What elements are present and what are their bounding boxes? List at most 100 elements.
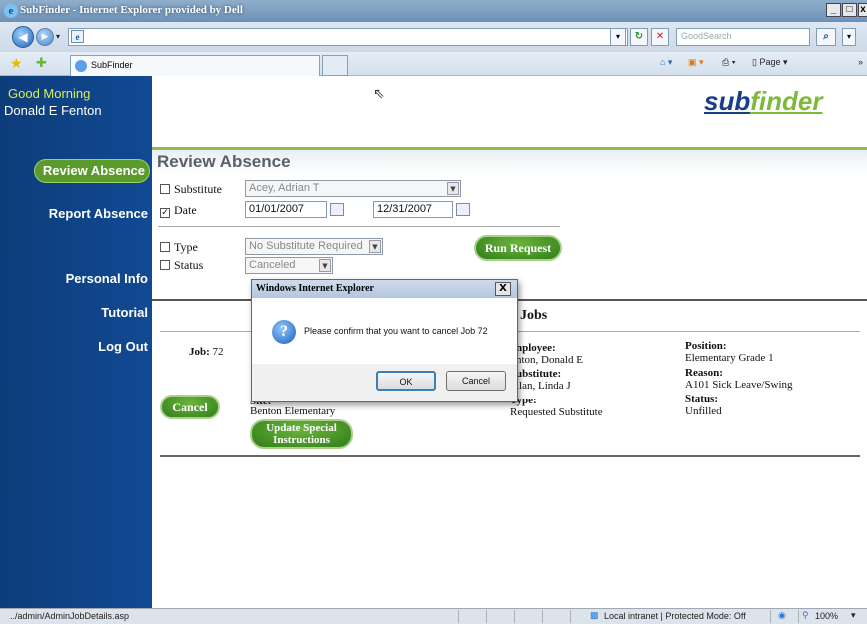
sidebar-item-log-out[interactable]: Log Out: [98, 339, 148, 354]
sidebar-item-personal-info[interactable]: Personal Info: [66, 271, 148, 286]
subfinder-logo: subfinder: [704, 86, 822, 117]
zoom-level: 100%: [815, 611, 839, 621]
protected-mode-icon: ◉: [778, 610, 786, 620]
substitute-label: Substitute: [174, 182, 223, 196]
chevron-down-icon: ▼: [369, 240, 381, 253]
type-value: Requested Substitute: [510, 406, 603, 418]
type-checkbox[interactable]: [160, 242, 170, 252]
job-number-value: 72: [212, 346, 224, 358]
substitute-select-value: Acey, Adrian T: [249, 182, 320, 194]
back-button[interactable]: ◀: [12, 26, 34, 48]
history-dropdown-icon[interactable]: ▾: [56, 32, 60, 41]
type-select-value: No Substitute Required: [249, 240, 363, 252]
type-filter: Type: [160, 240, 198, 255]
ok-button[interactable]: OK: [376, 371, 436, 391]
type-select[interactable]: No Substitute Required ▼: [245, 238, 383, 255]
feeds-icon[interactable]: ▣ ▾: [688, 57, 704, 68]
ie-logo-icon: e: [4, 4, 18, 18]
logo-part-finder: finder: [750, 86, 823, 116]
dialog-cancel-button[interactable]: Cancel: [446, 371, 506, 391]
status-cell: [542, 610, 570, 623]
substitute-checkbox[interactable]: [160, 184, 170, 194]
minimize-button[interactable]: _: [826, 3, 841, 17]
jobs-heading: Jobs: [520, 308, 548, 323]
forward-button[interactable]: ▶: [36, 28, 54, 46]
review-absence-header: Review Absence: [152, 150, 867, 174]
question-icon: ?: [272, 320, 296, 344]
chevron-down-icon: ▼: [447, 182, 459, 195]
tabs-toolbar: ★ ✚ SubFinder ⌂ ▾ ▣ ▾ ⎙ ▾ ▯ Page ▾ »: [0, 52, 867, 76]
close-window-button[interactable]: x: [858, 3, 867, 17]
sidebar-item-review-absence[interactable]: Review Absence: [34, 159, 150, 183]
status-cell: [458, 610, 486, 623]
stop-icon[interactable]: ✕: [651, 28, 669, 46]
calendar-icon[interactable]: [330, 203, 344, 216]
print-icon[interactable]: ⎙ ▾: [722, 57, 735, 68]
date-to-field[interactable]: 12/31/2007: [373, 201, 453, 218]
date-filter: ✓ Date: [160, 203, 197, 218]
dialog-close-button[interactable]: X: [495, 282, 511, 296]
new-tab-button[interactable]: [322, 55, 348, 76]
status-select-value: Canceled: [249, 259, 296, 271]
favorites-star-icon[interactable]: ★: [10, 56, 23, 72]
status-cell: [514, 610, 542, 623]
tab-subfinder[interactable]: SubFinder: [70, 55, 320, 76]
page-menu[interactable]: ▯ Page ▾: [752, 57, 788, 68]
status-checkbox[interactable]: [160, 260, 170, 270]
search-options-icon[interactable]: ▾: [842, 28, 856, 46]
maximize-button[interactable]: □: [842, 3, 857, 17]
sidebar: Good Morning Donald E Fenton Report Abse…: [0, 76, 152, 608]
address-dropdown-icon[interactable]: ▾: [610, 28, 626, 46]
status-value: Unfilled: [685, 405, 722, 417]
page-title: Review Absence: [157, 152, 291, 171]
confirm-dialog: Windows Internet Explorer X ? Please con…: [251, 279, 518, 402]
run-request-button[interactable]: Run Request: [474, 235, 562, 261]
toolbar-overflow-icon[interactable]: »: [858, 57, 863, 67]
chevron-down-icon: ▾: [851, 610, 856, 620]
page-icon: e: [71, 30, 84, 43]
search-icon[interactable]: ⌕: [816, 28, 836, 46]
jobs-bottom-divider: [160, 455, 860, 457]
substitute-value: llan, Linda J: [516, 380, 571, 392]
update-button-line1: Update Special: [266, 422, 337, 434]
substitute-select[interactable]: Acey, Adrian T ▼: [245, 180, 461, 197]
date-checkbox[interactable]: ✓: [160, 208, 170, 218]
dialog-message: Please confirm that you want to cancel J…: [304, 326, 488, 336]
home-icon[interactable]: ⌂ ▾: [660, 57, 672, 68]
sidebar-item-report-absence[interactable]: Report Absence: [49, 206, 148, 221]
employee-value: nton, Donald E: [516, 354, 583, 366]
cancel-job-button[interactable]: Cancel: [160, 395, 220, 419]
status-url: ../admin/AdminJobDetails.asp: [10, 611, 130, 621]
mouse-cursor-icon: ⇖: [373, 86, 385, 102]
date-from-field[interactable]: 01/01/2007: [245, 201, 327, 218]
employee-label: nployee:: [516, 342, 556, 354]
intranet-icon: ▩: [590, 610, 599, 620]
refresh-icon[interactable]: ↻: [630, 28, 648, 46]
address-toolbar: ◀ ▶ ▾ e ▾ ↻ ✕ GoodSearch ⌕ ▾: [0, 22, 867, 52]
greeting-text: Good Morning: [8, 86, 91, 101]
zoom-control[interactable]: ⚲ 100% ▾: [798, 610, 864, 623]
update-special-instructions-button[interactable]: Update Special Instructions: [250, 419, 353, 449]
job-number: Job: 72: [189, 346, 224, 358]
status-select[interactable]: Canceled ▼: [245, 257, 333, 274]
window-title: SubFinder - Internet Explorer provided b…: [20, 4, 243, 16]
reason-label: Reason:: [685, 367, 723, 379]
address-field[interactable]: e: [68, 28, 628, 46]
status-label: Status:: [685, 393, 719, 405]
calendar-icon[interactable]: [456, 203, 470, 216]
reason-value: A101 Sick Leave/Swing: [685, 379, 793, 391]
zoom-icon: ⚲: [802, 610, 809, 620]
status-cell: [570, 610, 586, 623]
job-label: Job:: [189, 346, 210, 358]
add-favorites-icon[interactable]: ✚: [36, 56, 47, 71]
window-title-bar: e SubFinder - Internet Explorer provided…: [0, 0, 867, 22]
update-button-line2: Instructions: [273, 434, 330, 446]
tab-label: SubFinder: [91, 60, 133, 70]
form-divider: [158, 226, 560, 227]
substitute-filter: Substitute: [160, 182, 222, 197]
status-cell: [486, 610, 514, 623]
date-label: Date: [174, 203, 197, 217]
tab-ie-icon: [75, 60, 87, 72]
sidebar-item-tutorial[interactable]: Tutorial: [101, 305, 148, 320]
search-input[interactable]: GoodSearch: [676, 28, 810, 46]
